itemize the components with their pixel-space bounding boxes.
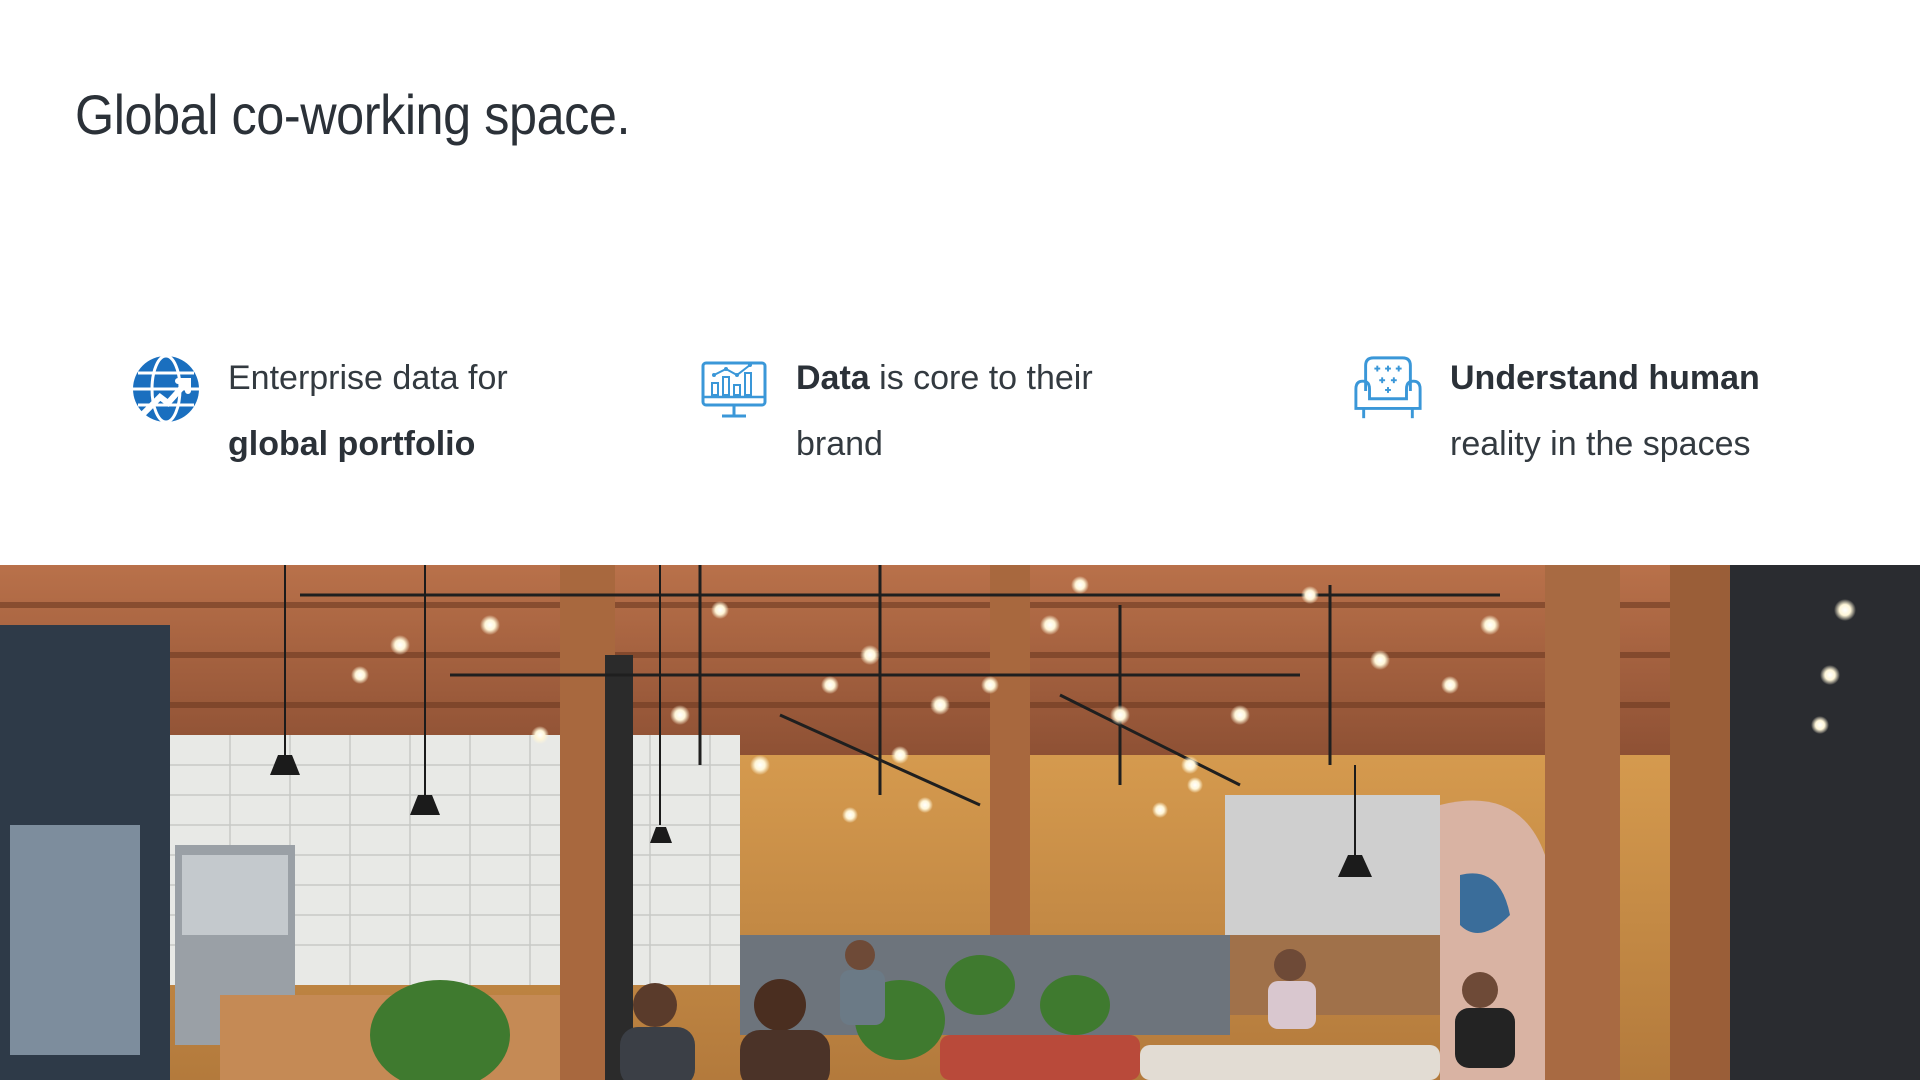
co-working-space-photo <box>0 565 1920 1080</box>
feature-line-1: Enterprise data for <box>228 359 508 397</box>
page-title: Global co-working space. <box>75 83 631 146</box>
feature-line-1-bold: Understand human <box>1450 359 1760 397</box>
globe-chart-icon <box>133 354 199 424</box>
feature-text: Data is core to their brand <box>796 345 1093 477</box>
feature-data-core: Data is core to their brand <box>698 345 1093 477</box>
feature-line-2: brand <box>796 425 883 463</box>
feature-enterprise-data: Enterprise data for global portfolio <box>130 345 508 477</box>
feature-line-2: reality in the spaces <box>1450 425 1751 463</box>
feature-list: Enterprise data for global portfolio Dat… <box>0 345 1920 465</box>
feature-line-1-bold: Data <box>796 359 870 397</box>
photo-illustration <box>0 565 1920 1080</box>
feature-text: Enterprise data for global portfolio <box>228 345 508 477</box>
feature-line-2-bold: global portfolio <box>228 425 476 463</box>
feature-text: Understand human reality in the spaces <box>1450 345 1760 477</box>
page: Global co-working space. Enterprise data… <box>0 0 1920 1080</box>
armchair-icon <box>1354 356 1422 419</box>
feature-human-reality: Understand human reality in the spaces <box>1352 345 1760 477</box>
monitor-chart-icon <box>701 361 767 418</box>
feature-line-1: is core to their <box>869 359 1093 397</box>
